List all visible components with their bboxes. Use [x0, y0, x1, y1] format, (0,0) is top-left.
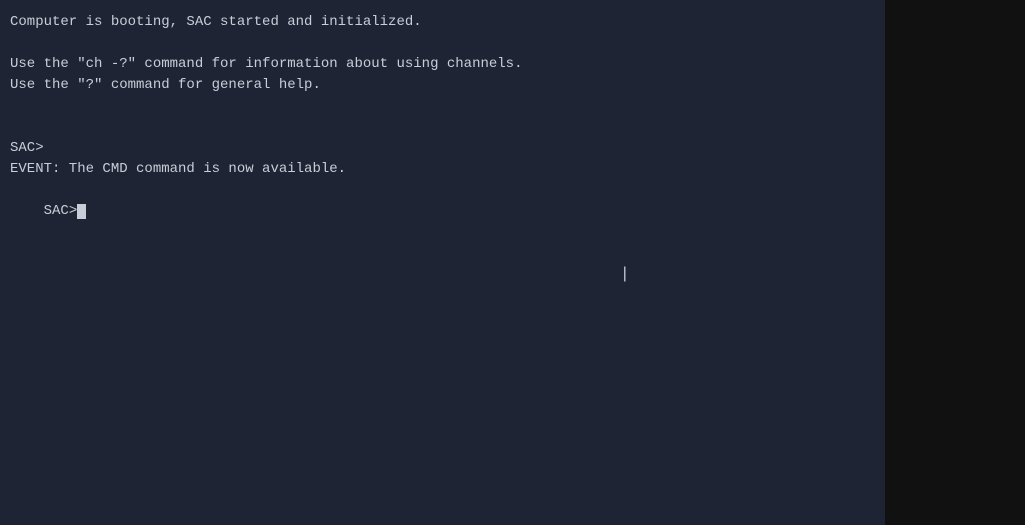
- terminal-prompt-text: SAC>: [44, 203, 78, 219]
- terminal-line-sac-prompt-1: SAC>: [10, 138, 875, 159]
- mouse-cursor: |: [620, 265, 630, 283]
- terminal-cursor: [77, 204, 86, 219]
- terminal-line-sac-prompt-2[interactable]: SAC>: [10, 180, 875, 243]
- terminal-window[interactable]: Computer is booting, SAC started and ini…: [0, 0, 885, 525]
- terminal-line-empty-3: [10, 117, 875, 138]
- terminal-line-event: EVENT: The CMD command is now available.: [10, 159, 875, 180]
- terminal-line-general-help: Use the "?" command for general help.: [10, 75, 875, 96]
- right-panel: [885, 0, 1025, 525]
- terminal-line-boot: Computer is booting, SAC started and ini…: [10, 12, 875, 33]
- terminal-line-empty-2: [10, 96, 875, 117]
- terminal-line-empty-1: [10, 33, 875, 54]
- terminal-line-ch-help: Use the "ch -?" command for information …: [10, 54, 875, 75]
